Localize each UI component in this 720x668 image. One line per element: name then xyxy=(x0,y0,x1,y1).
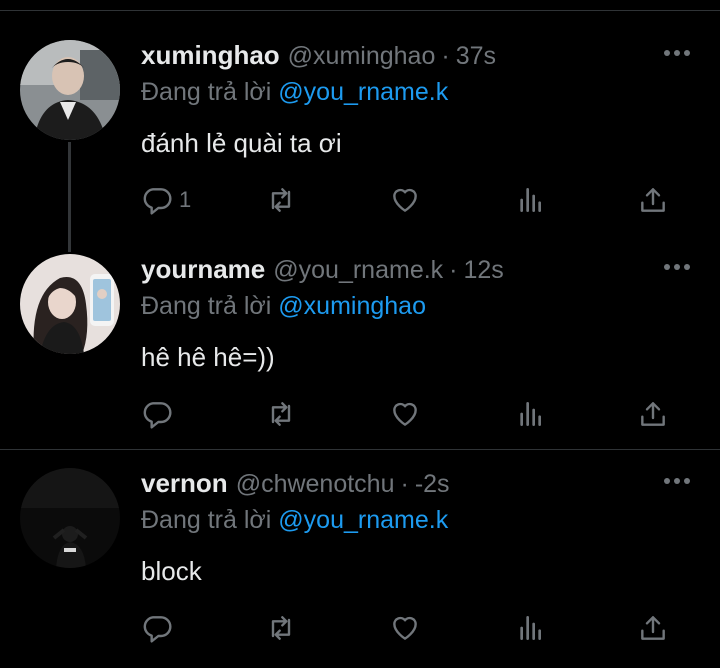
avatar[interactable] xyxy=(20,468,120,568)
avatar[interactable] xyxy=(20,40,120,140)
user-handle[interactable]: @xuminghao xyxy=(288,42,436,71)
like-button[interactable] xyxy=(389,396,421,432)
replying-to-label: Đang trả lời xyxy=(141,506,272,534)
more-icon[interactable] xyxy=(664,478,690,486)
share-icon xyxy=(641,402,665,426)
retweet-button[interactable] xyxy=(265,182,297,218)
timestamp[interactable]: -2s xyxy=(415,470,450,499)
views-button[interactable] xyxy=(515,610,547,646)
replying-to-label: Đang trả lời xyxy=(141,292,272,320)
display-name[interactable]: yourname xyxy=(141,254,265,285)
reply-icon xyxy=(143,402,172,429)
like-button[interactable] xyxy=(389,182,421,218)
share-icon xyxy=(641,616,665,640)
tweet-divider xyxy=(0,449,720,450)
tweet-text: đánh lẻ quài ta ơi xyxy=(141,128,342,158)
avatar[interactable] xyxy=(20,254,120,354)
replying-to: Đang trả lời @xuminghao xyxy=(141,292,426,321)
tweet-text: block xyxy=(141,556,202,586)
share-button[interactable] xyxy=(637,610,669,646)
separator: · xyxy=(400,470,409,498)
analytics-icon xyxy=(520,188,541,212)
more-icon[interactable] xyxy=(664,50,690,58)
mention-link[interactable]: @you_rname.k xyxy=(278,78,448,106)
separator: · xyxy=(449,256,458,284)
thread-connector-line xyxy=(68,142,71,252)
top-divider xyxy=(0,10,720,11)
tweet-actions xyxy=(141,610,681,646)
more-icon[interactable] xyxy=(664,264,690,272)
tweet-text: hê hê hê=)) xyxy=(141,342,275,372)
mention-link[interactable]: @you_rname.k xyxy=(278,506,448,534)
analytics-icon xyxy=(520,616,541,640)
replying-to-label: Đang trả lời xyxy=(141,78,272,106)
user-handle[interactable]: @you_rname.k xyxy=(273,256,443,285)
timestamp[interactable]: 12s xyxy=(464,256,504,285)
tweet-actions xyxy=(141,396,681,432)
separator: · xyxy=(441,42,450,70)
reply-button[interactable] xyxy=(141,610,179,646)
heart-icon xyxy=(393,616,417,640)
tweet-header: vernon @chwenotchu · -2s xyxy=(141,468,450,504)
tweet-header: yourname @you_rname.k · 12s xyxy=(141,254,504,290)
display-name[interactable]: vernon xyxy=(141,468,228,499)
reply-icon xyxy=(143,188,172,215)
timestamp[interactable]: 37s xyxy=(456,42,496,71)
replying-to: Đang trả lời @you_rname.k xyxy=(141,78,448,107)
mention-link[interactable]: @xuminghao xyxy=(278,292,426,320)
display-name[interactable]: xuminghao xyxy=(141,40,280,71)
retweet-button[interactable] xyxy=(265,396,297,432)
retweet-icon xyxy=(271,616,291,640)
heart-icon xyxy=(393,188,417,212)
user-handle[interactable]: @chwenotchu xyxy=(236,470,395,499)
retweet-icon xyxy=(271,402,291,426)
reply-button[interactable] xyxy=(141,396,179,432)
share-icon xyxy=(641,188,665,212)
replying-to: Đang trả lời @you_rname.k xyxy=(141,506,448,535)
analytics-icon xyxy=(520,402,541,426)
views-button[interactable] xyxy=(515,182,547,218)
reply-icon xyxy=(143,616,172,643)
share-button[interactable] xyxy=(637,182,669,218)
tweet-actions: 1 xyxy=(141,182,681,218)
retweet-icon xyxy=(271,188,291,212)
heart-icon xyxy=(393,402,417,426)
reply-count: 1 xyxy=(179,187,192,212)
retweet-button[interactable] xyxy=(265,610,297,646)
tweet-header: xuminghao @xuminghao · 37s xyxy=(141,40,496,76)
share-button[interactable] xyxy=(637,396,669,432)
views-button[interactable] xyxy=(515,396,547,432)
like-button[interactable] xyxy=(389,610,421,646)
reply-button[interactable]: 1 xyxy=(141,182,191,218)
